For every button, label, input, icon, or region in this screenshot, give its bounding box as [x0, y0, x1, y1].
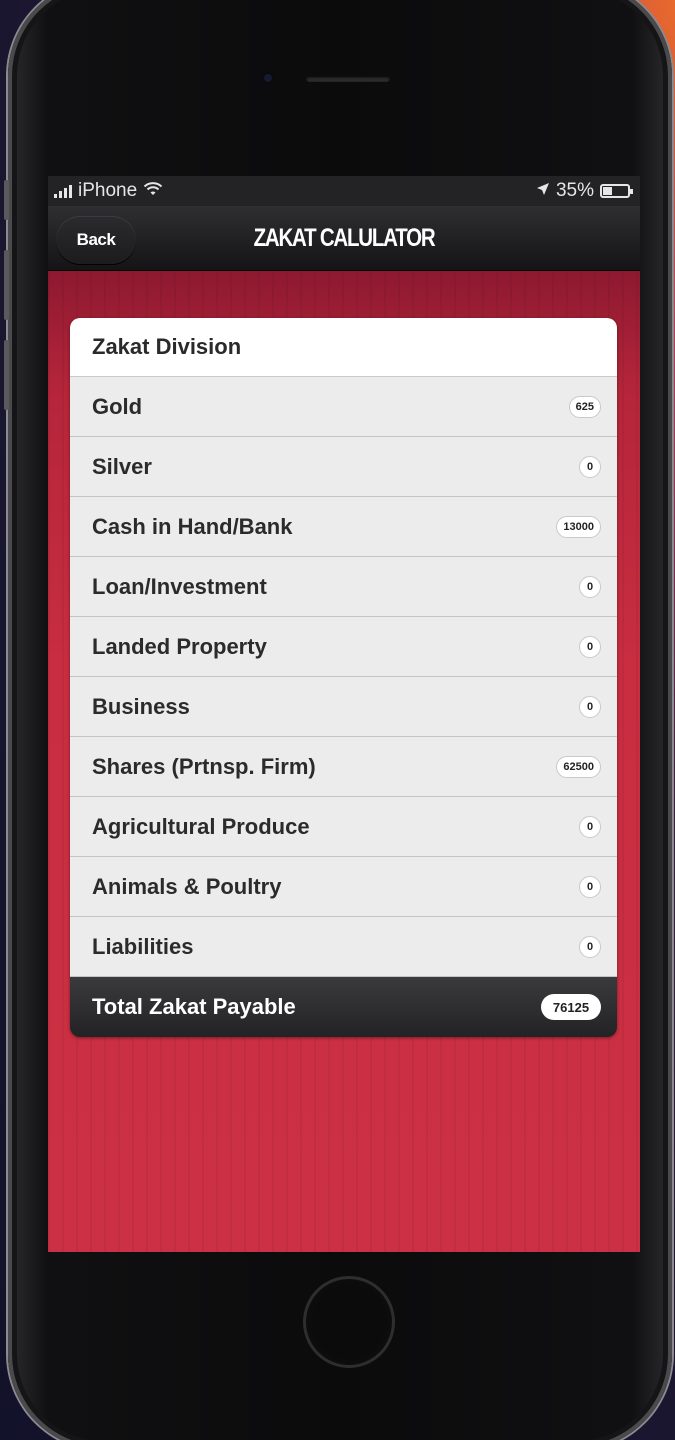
list-header: Zakat Division [70, 318, 617, 377]
total-value-badge: 76125 [541, 994, 601, 1020]
list-item-label: Liabilities [92, 933, 194, 959]
list-item-label: Business [92, 693, 190, 719]
battery-percent: 35% [555, 180, 594, 201]
list-item-agricultural-produce[interactable]: Agricultural Produce 0 [70, 797, 617, 857]
zakat-division-list: Zakat Division Gold 625 Silver 0 Cash in… [70, 318, 617, 1037]
total-label: Total Zakat Payable [92, 994, 296, 1019]
home-button[interactable] [303, 1276, 395, 1368]
phone-screen: iPhone 35% Back ZAKAT CALULATOR Zakat Di… [48, 176, 640, 1252]
volume-down-button [4, 340, 9, 410]
value-badge: 62500 [556, 755, 601, 778]
list-item-label: Silver [92, 453, 152, 479]
list-item-animals-poultry[interactable]: Animals & Poultry 0 [70, 857, 617, 917]
front-camera [264, 74, 272, 82]
status-left: iPhone [54, 180, 163, 202]
list-item-label: Cash in Hand/Bank [92, 513, 293, 539]
battery-icon [600, 184, 633, 198]
list-item-gold[interactable]: Gold 625 [70, 377, 617, 437]
value-badge: 0 [579, 635, 601, 658]
value-badge: 13000 [556, 515, 601, 538]
battery-fill [603, 187, 613, 195]
value-badge: 0 [579, 875, 601, 898]
value-badge: 0 [579, 455, 601, 478]
list-item-label: Gold [92, 393, 143, 419]
list-item-landed-property[interactable]: Landed Property 0 [70, 617, 617, 677]
list-item-silver[interactable]: Silver 0 [70, 437, 617, 497]
list-item-cash[interactable]: Cash in Hand/Bank 13000 [70, 497, 617, 557]
carrier-name: iPhone [78, 180, 138, 201]
wifi-icon [143, 181, 163, 202]
list-item-label: Shares (Prtnsp. Firm) [92, 753, 316, 779]
status-bar: iPhone 35% [48, 176, 640, 206]
list-item-label: Agricultural Produce [92, 813, 310, 839]
list-item-business[interactable]: Business 0 [70, 677, 617, 737]
navigation-bar: Back ZAKAT CALULATOR [48, 206, 640, 271]
value-badge: 0 [579, 695, 601, 718]
list-item-liabilities[interactable]: Liabilities 0 [70, 917, 617, 977]
list-item-loan-investment[interactable]: Loan/Investment 0 [70, 557, 617, 617]
mute-switch [4, 180, 9, 220]
signal-icon [54, 184, 72, 198]
total-zakat-row: Total Zakat Payable 76125 [70, 977, 617, 1037]
value-badge: 625 [568, 395, 601, 418]
volume-up-button [4, 250, 9, 320]
list-item-label: Animals & Poultry [92, 873, 282, 899]
value-badge: 0 [579, 935, 601, 958]
earpiece-speaker [306, 76, 390, 82]
status-right: 35% [536, 180, 634, 202]
list-item-shares[interactable]: Shares (Prtnsp. Firm) 62500 [70, 737, 617, 797]
value-badge: 0 [579, 575, 601, 598]
location-icon [536, 180, 550, 202]
page-title: ZAKAT CALULATOR [253, 224, 436, 252]
value-badge: 0 [579, 815, 601, 838]
list-item-label: Loan/Investment [92, 573, 267, 599]
list-item-label: Landed Property [92, 633, 267, 659]
